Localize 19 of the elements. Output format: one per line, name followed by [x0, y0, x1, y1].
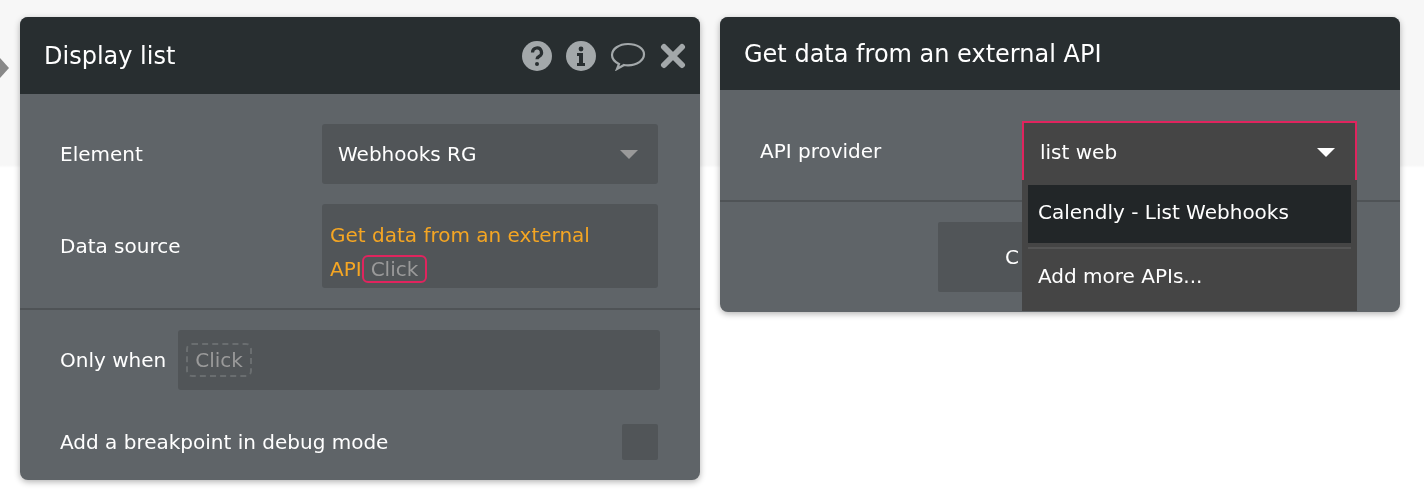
dropdown-option[interactable]: Calendly - List Webhooks — [1028, 185, 1351, 243]
field-label: Element — [60, 141, 144, 168]
field-label: Data source — [60, 233, 182, 260]
field-label: API provider — [760, 138, 883, 165]
api-provider-field[interactable]: list web — [1022, 121, 1357, 181]
panel-title: Get data from an external API — [744, 38, 1102, 70]
data-source-field[interactable]: Get data from an external API Click — [322, 204, 658, 288]
panel-title: Display list — [44, 40, 176, 72]
element-dropdown[interactable]: Webhooks RG — [322, 124, 658, 184]
help-icon[interactable] — [522, 40, 552, 71]
caret-icon — [1317, 147, 1335, 157]
info-icon[interactable] — [566, 40, 596, 71]
pointer-icon — [0, 58, 9, 78]
checkbox-label: Add a breakpoint in debug mode — [60, 429, 390, 456]
caret-icon — [620, 149, 638, 159]
comment-icon[interactable] — [610, 40, 646, 71]
field-label: Only when — [60, 347, 167, 374]
dropdown-option[interactable]: Add more APIs... — [1028, 247, 1351, 305]
close-icon[interactable] — [660, 42, 686, 69]
